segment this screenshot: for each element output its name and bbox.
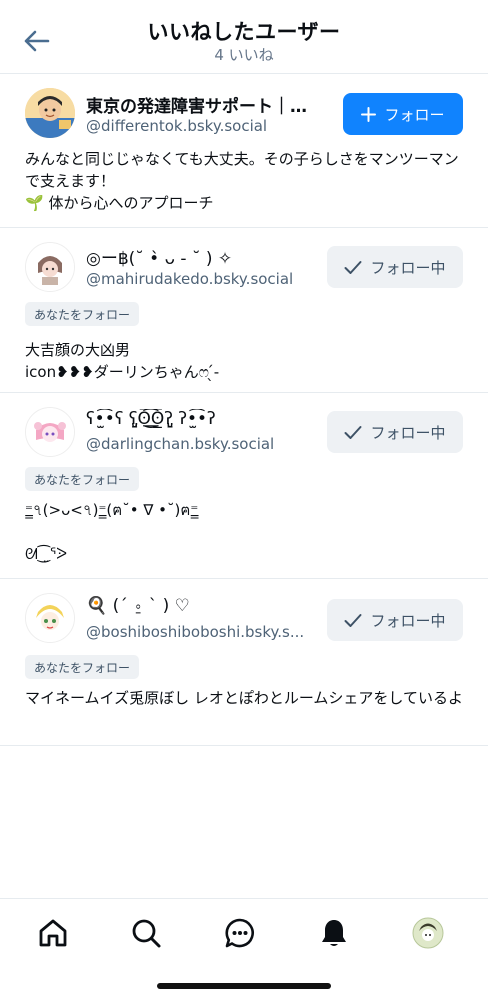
user-name: 🍳 (´ ⍛ ` ) ♡ [86,596,190,616]
home-icon [39,919,67,947]
user-handle: @darlingchan.bsky.social [86,435,275,453]
tab-profile[interactable] [410,917,446,949]
user-bio: マイネームイズ兎原ぼし レオとぽわとルームシェアをしているよ [25,689,463,707]
avatar-image [26,243,74,291]
avatar[interactable] [25,88,75,138]
tab-home[interactable] [35,917,71,949]
avatar[interactable] [25,593,75,643]
home-indicator [157,983,331,989]
page-title: いいねしたユーザー [147,20,341,44]
follow-button-label: フォロー [384,105,445,124]
chat-icon [225,918,254,948]
check-icon [344,425,362,439]
user-card[interactable]: 🍳 (´ ⍛ ` ) ♡ @boshiboshiboboshi.bsky.s..… [0,579,488,746]
following-button-label: フォロー中 [370,258,446,277]
user-card[interactable]: ʕ•̫͡•ʕ ʕ̡̢̡ʘ̅͟͜͡ʘ̲̅ʔ̢̡̢ ʔ•̫͡•ʔ @darlingc… [0,393,488,579]
following-button-label: フォロー中 [370,611,446,630]
following-button[interactable]: フォロー中 [327,246,463,288]
user-bio: みんなと同じじゃなくても大丈夫。その子らしさをマンツーマンで支えます！ 🌱 体か… [25,150,459,212]
following-button[interactable]: フォロー中 [327,599,463,641]
avatar[interactable] [25,407,75,457]
likes-count: 4 いいね [214,46,274,64]
user-handle: @differentok.bsky.social [86,117,268,135]
user-name: ◎ー฿(˘ •̀ ᴗ - ˘ ) ✧ [86,249,233,269]
profile-avatar [412,917,444,949]
bell-icon [322,920,346,946]
user-name: ʕ•̫͡•ʕ ʕ̡̢̡ʘ̅͟͜͡ʘ̲̅ʔ̢̡̢ ʔ•̫͡•ʔ [86,409,216,429]
tab-search[interactable] [128,917,164,949]
avatar-image [25,88,75,138]
check-icon [344,260,362,274]
following-button[interactable]: フォロー中 [327,411,463,453]
user-card[interactable]: ◎ー฿(˘ •̀ ᴗ - ˘ ) ✧ @mahirudakedo.bsky.so… [0,228,488,393]
user-handle: @mahirudakedo.bsky.social [86,270,294,288]
follow-button[interactable]: フォロー [343,93,463,135]
user-handle: @boshiboshiboboshi.bsky.s... [86,623,305,641]
follows-you-badge: あなたをフォロー [25,302,140,326]
user-name: 東京の発達障害サポート｜… [86,97,307,117]
avatar-image [26,408,74,456]
following-button-label: フォロー中 [370,423,446,442]
search-icon [132,919,161,948]
check-icon [344,613,362,627]
tab-notifications[interactable] [316,917,352,949]
user-card[interactable]: 東京の発達障害サポート｜… @differentok.bsky.social フ… [0,74,488,228]
user-bio: 大吉顔の大凶男 icon❥❥❥ダーリンちゃんෆ ̖́- [25,341,220,381]
avatar-image [26,594,74,642]
tab-chat[interactable] [222,917,258,949]
follows-you-badge: あなたをフォロー [25,655,140,679]
avatar[interactable] [25,242,75,292]
plus-icon [361,106,377,122]
user-bio: ⁼̳৭(>ᴗ<৭)⁼̳(ฅ˘• ∇ •˘)ฅ⁼̳ ᘛ⁐̤ᕐᐷ [25,501,199,563]
header: いいねしたユーザー 4 いいね [0,0,488,74]
follows-you-badge: あなたをフォロー [25,467,140,491]
